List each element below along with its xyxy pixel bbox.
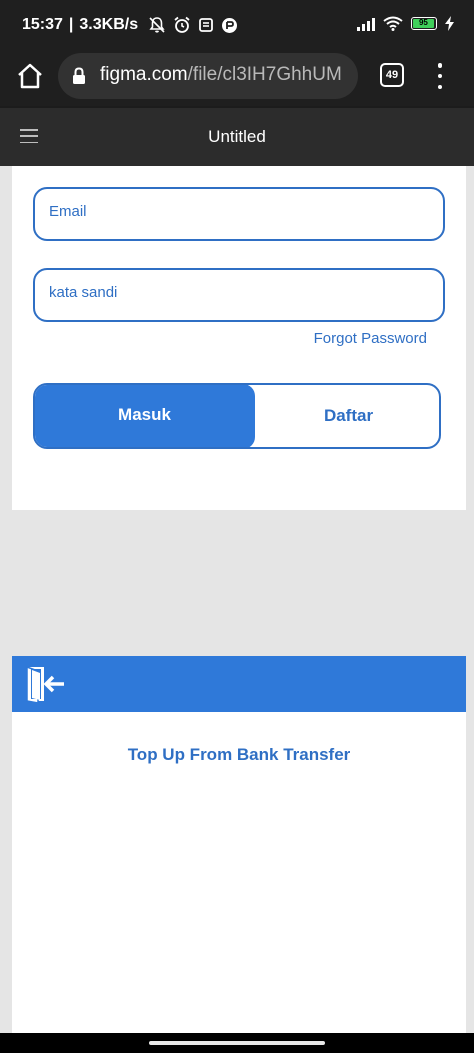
status-separator: | <box>68 16 74 33</box>
url-domain: figma.com <box>100 64 188 85</box>
screen: 15:37 | 3.3KB/s 95 figma.com/file/cl3IH7… <box>0 0 474 1053</box>
status-time: 15:37 <box>22 16 63 33</box>
url-path: /file/cl3IH7GhhUM <box>187 64 342 85</box>
login-register-toggle: Masuk Daftar <box>33 383 441 449</box>
figma-canvas[interactable]: Forgot Password Masuk Daftar Top Up From… <box>0 166 474 1033</box>
system-nav-bar <box>0 1033 474 1053</box>
file-title: Untitled <box>208 127 266 146</box>
address-bar[interactable]: figma.com/file/cl3IH7GhhUM <box>58 53 358 99</box>
topup-frame: Top Up From Bank Transfer <box>12 656 466 1033</box>
notifications-off-icon <box>149 17 165 33</box>
browser-toolbar: figma.com/file/cl3IH7GhhUM 49 <box>0 52 474 106</box>
figma-header: Untitled <box>0 108 474 166</box>
url-text: figma.com/file/cl3IH7GhhUM <box>100 64 354 86</box>
wifi-icon <box>383 16 403 31</box>
status-net-speed: 3.3KB/s <box>79 16 139 33</box>
password-field[interactable] <box>33 268 445 322</box>
masuk-button[interactable]: Masuk <box>35 385 255 447</box>
status-bar: 15:37 | 3.3KB/s 95 <box>0 0 474 52</box>
battery-level: 95 <box>413 19 434 28</box>
alarm-icon <box>174 16 190 33</box>
email-field[interactable] <box>33 187 445 241</box>
message-icon <box>199 18 214 32</box>
home-icon[interactable] <box>16 62 44 90</box>
status-right: 95 <box>357 16 454 31</box>
status-notification-icons <box>148 16 238 34</box>
app-notification-icon <box>222 17 238 33</box>
status-left: 15:37 | 3.3KB/s <box>22 16 238 34</box>
topup-header <box>12 656 466 712</box>
signal-icon <box>357 17 375 31</box>
battery-icon: 95 <box>411 17 437 30</box>
forgot-password-link[interactable]: Forgot Password <box>314 330 427 347</box>
email-input[interactable] <box>49 203 419 220</box>
tab-switcher-button[interactable]: 49 <box>380 63 404 87</box>
daftar-button[interactable]: Daftar <box>256 385 439 447</box>
lock-icon <box>73 67 85 84</box>
menu-dots-icon[interactable] <box>432 63 448 89</box>
login-frame: Forgot Password Masuk Daftar <box>12 166 466 510</box>
topup-bank-transfer-link[interactable]: Top Up From Bank Transfer <box>12 745 466 765</box>
exit-door-icon[interactable] <box>24 665 68 703</box>
home-gesture-handle[interactable] <box>149 1041 325 1045</box>
charging-icon <box>445 16 454 31</box>
password-input[interactable] <box>49 284 419 301</box>
